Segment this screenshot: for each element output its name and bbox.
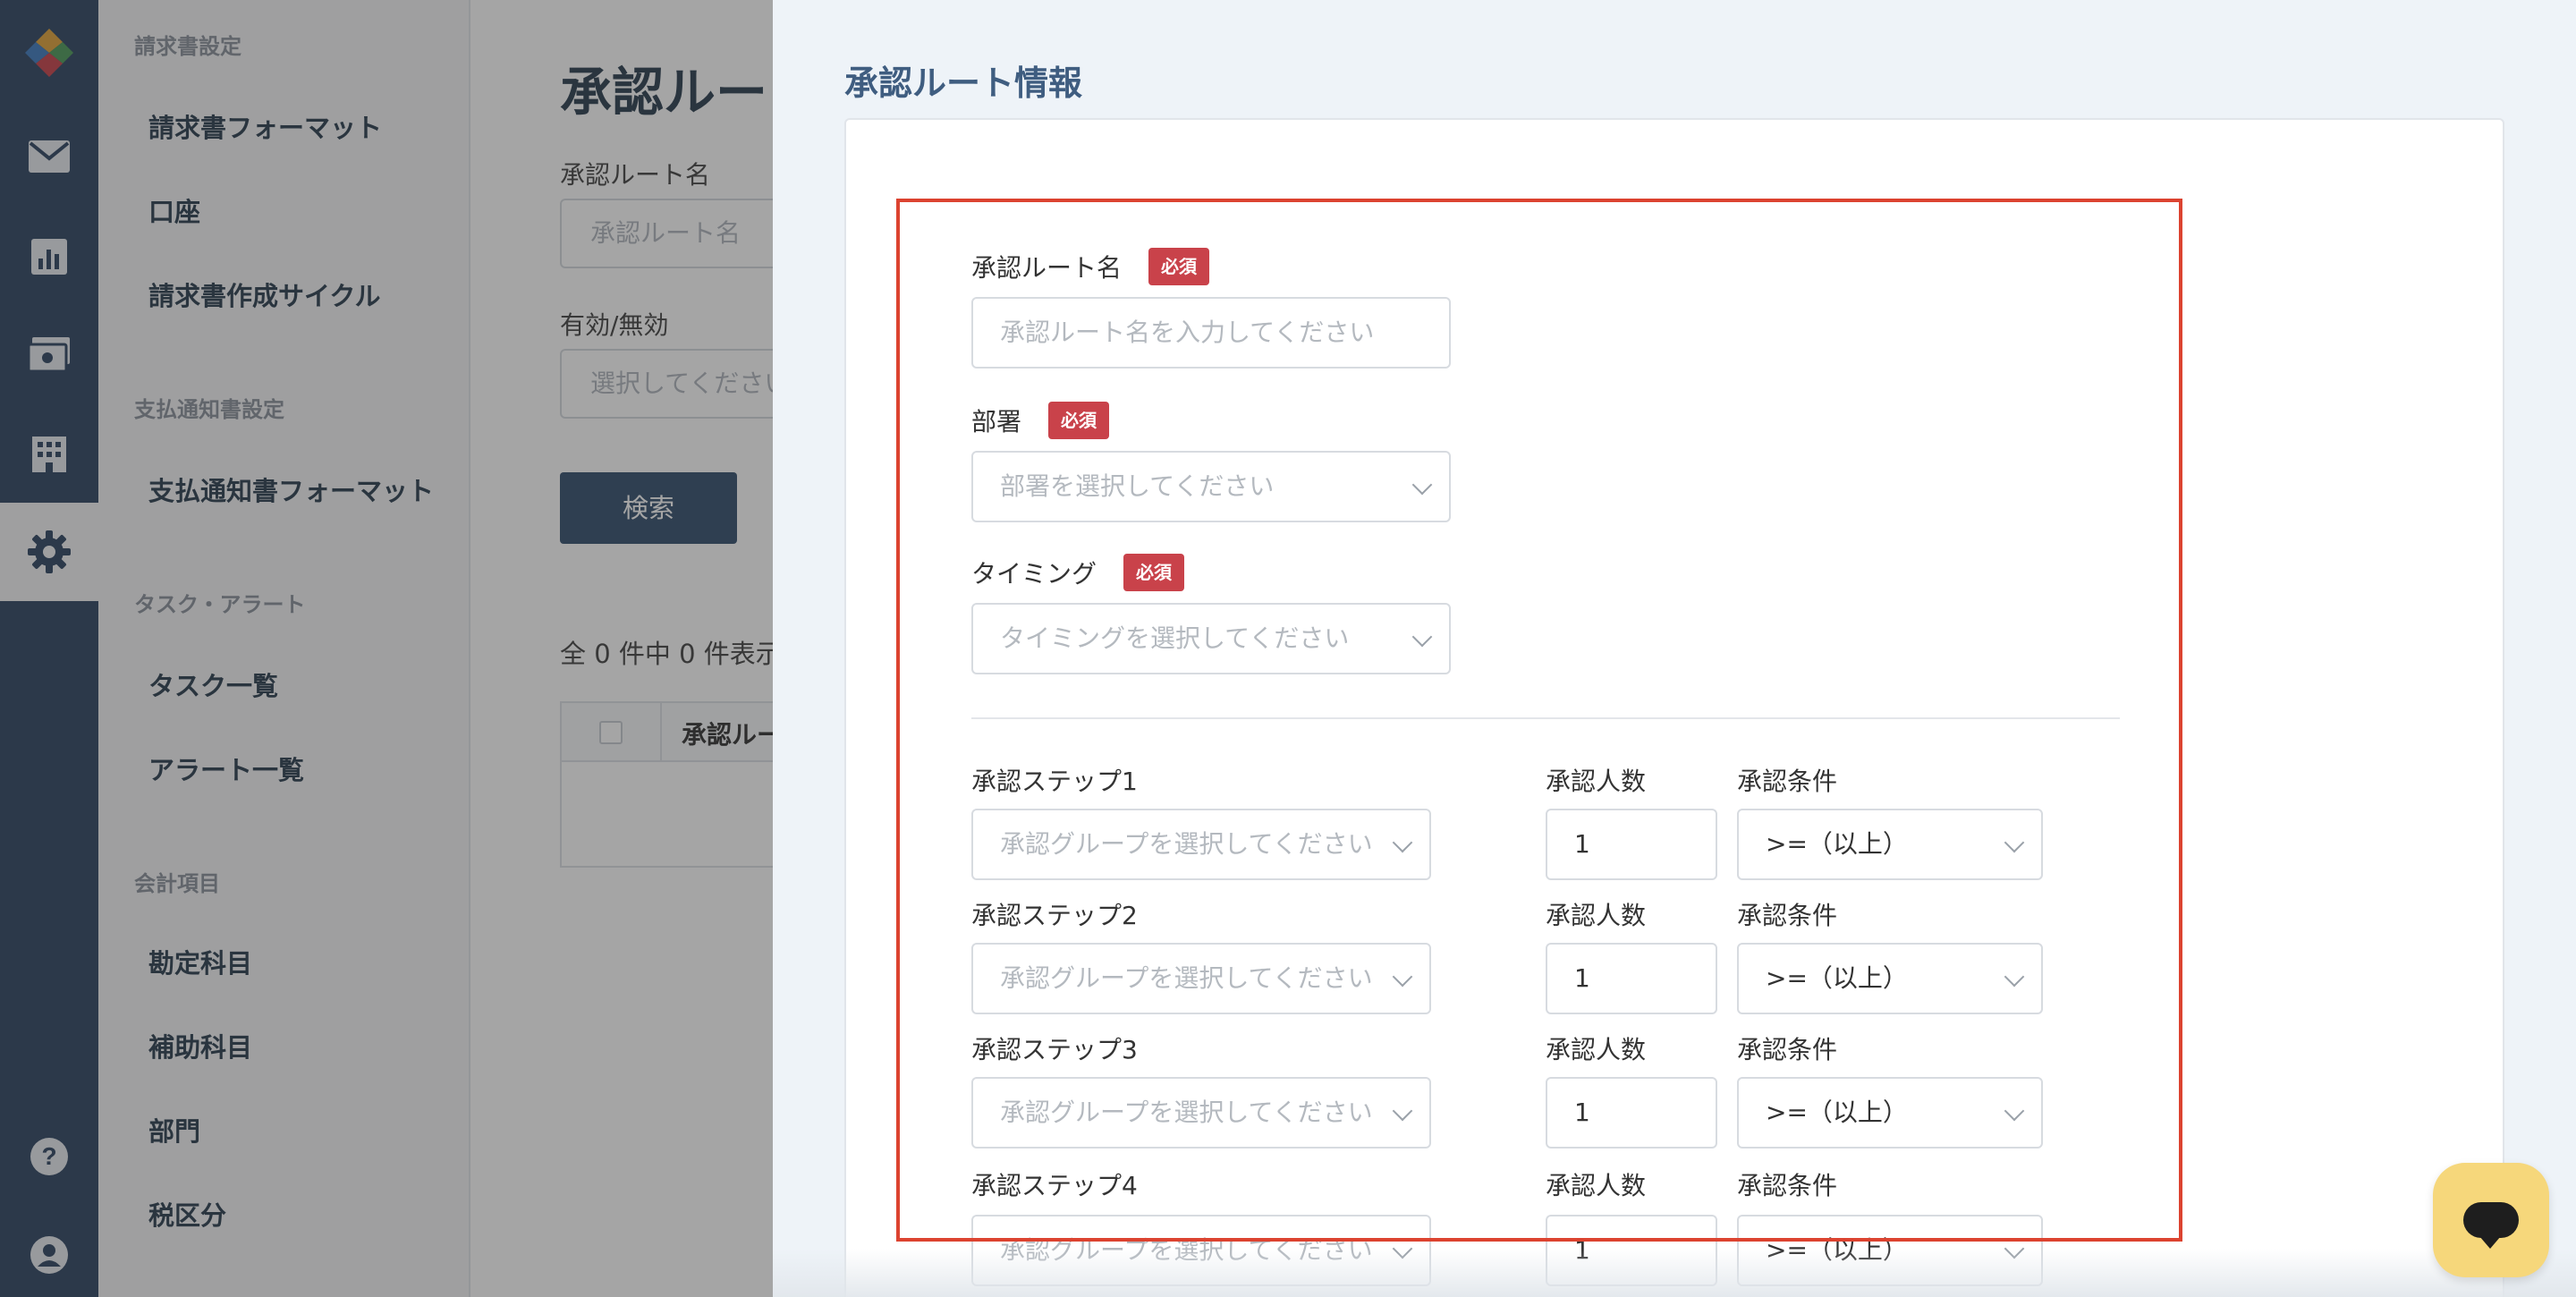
chat-bubble-icon <box>2463 1202 2519 1249</box>
modal-overlay[interactable] <box>0 0 773 1297</box>
chat-button[interactable] <box>2433 1163 2549 1277</box>
highlight-box <box>896 199 2182 1242</box>
drawer-title: 承認ルート情報 <box>844 64 1083 103</box>
scroll-fade <box>773 1249 2576 1297</box>
